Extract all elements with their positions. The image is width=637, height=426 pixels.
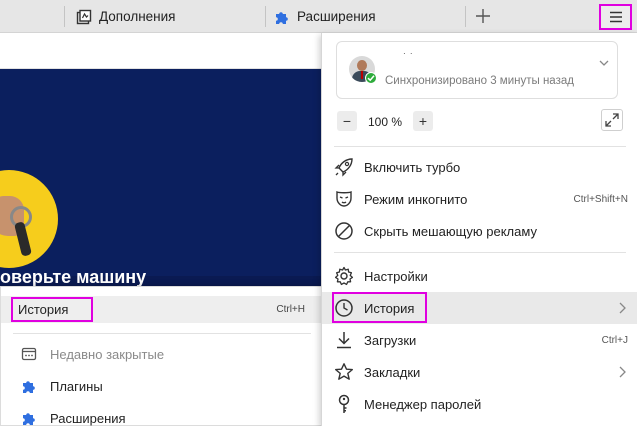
menu-item-label: Включить турбо <box>364 160 461 175</box>
key-icon <box>334 394 354 414</box>
menu-item-label: Загрузки <box>364 333 417 348</box>
chevron-right-icon <box>618 301 628 315</box>
menu-item-block-ads[interactable]: Скрыть мешающую рекламу <box>322 215 637 247</box>
menu-divider <box>334 146 626 147</box>
menu-item-label: Настройки <box>364 269 428 284</box>
tab-bar: Дополнения Расширения <box>0 0 637 33</box>
sync-status: Синхронизировано 3 минуты назад <box>385 75 574 87</box>
incognito-mask-icon <box>334 189 354 209</box>
zoom-level: 100 % <box>368 115 403 129</box>
menu-item-label: Скрыть мешающую рекламу <box>364 224 537 239</box>
tab-label: Расширения <box>297 9 376 24</box>
sync-check-icon <box>365 72 377 84</box>
chevron-right-icon <box>618 365 628 379</box>
chevron-down-icon[interactable] <box>597 56 611 70</box>
puzzle-icon <box>21 378 37 394</box>
submenu-item-plugins[interactable]: Плагины <box>1 372 321 400</box>
shortcut-label: Ctrl+Shift+N <box>573 194 628 205</box>
submenu-item-label: Недавно закрытые <box>50 346 165 362</box>
submenu-item-recently-closed[interactable]: Недавно закрытые <box>1 340 321 368</box>
submenu-item-extensions[interactable]: Расширения <box>1 404 321 426</box>
submenu-item-label: Плагины <box>50 378 103 394</box>
rocket-icon <box>334 157 354 177</box>
menu-item-incognito[interactable]: Режим инкогнито Ctrl+Shift+N <box>322 183 637 215</box>
menu-item-label: Закладки <box>364 365 421 380</box>
puzzle-icon <box>21 410 37 426</box>
download-icon <box>334 330 354 350</box>
tab-separator <box>64 6 65 27</box>
recent-tabs-icon <box>21 346 37 362</box>
zoom-out-button[interactable]: − <box>337 111 357 131</box>
tab-separator <box>465 6 466 27</box>
menu-item-downloads[interactable]: Загрузки Ctrl+J <box>322 324 637 356</box>
menu-item-bookmarks[interactable]: Закладки <box>322 356 637 388</box>
menu-item-password-manager[interactable]: Менеджер паролей <box>322 388 637 420</box>
history-submenu: История Ctrl+H Недавно закрытые Плагины … <box>0 286 322 426</box>
menu-divider <box>13 333 311 334</box>
menu-item-history[interactable]: История <box>322 292 637 324</box>
fullscreen-button[interactable] <box>601 109 623 131</box>
account-sync-card[interactable]: · · Синхронизировано 3 минуты назад <box>336 41 618 99</box>
menu-item-label: Менеджер паролей <box>364 397 482 412</box>
promo-image-keys <box>0 170 58 268</box>
menu-divider <box>334 252 626 253</box>
shortcut-label: Ctrl+H <box>276 304 305 315</box>
page-headline: оверьте машину <box>0 267 147 287</box>
tab-label: Дополнения <box>99 9 176 24</box>
addons-icon <box>75 8 93 26</box>
hamburger-icon <box>609 11 622 23</box>
submenu-item-label: Расширения <box>50 410 126 426</box>
browser-main-menu: · · Синхронизировано 3 минуты назад − 10… <box>321 33 637 426</box>
zoom-controls: − 100 % + <box>322 109 637 143</box>
menu-item-turbo[interactable]: Включить турбо <box>322 151 637 183</box>
tab-addons[interactable]: Дополнения <box>75 0 175 33</box>
submenu-history-label[interactable]: История <box>11 297 93 322</box>
shortcut-label: Ctrl+J <box>601 335 628 346</box>
gear-icon <box>334 266 354 286</box>
fullscreen-icon <box>605 113 619 127</box>
plus-icon <box>476 9 490 23</box>
block-ads-icon <box>334 221 354 241</box>
puzzle-icon <box>273 8 291 26</box>
new-tab-button[interactable] <box>471 4 495 28</box>
browser-menu-button[interactable] <box>599 4 632 30</box>
account-name: · · <box>403 49 414 58</box>
zoom-in-button[interactable]: + <box>413 111 433 131</box>
menu-item-settings[interactable]: Настройки <box>322 260 637 292</box>
star-icon <box>334 362 354 382</box>
tab-extensions[interactable]: Расширения <box>273 0 376 33</box>
clock-icon <box>334 298 354 318</box>
menu-item-label: Режим инкогнито <box>364 192 468 207</box>
menu-item-label: История <box>364 301 415 316</box>
tab-separator <box>265 6 266 27</box>
